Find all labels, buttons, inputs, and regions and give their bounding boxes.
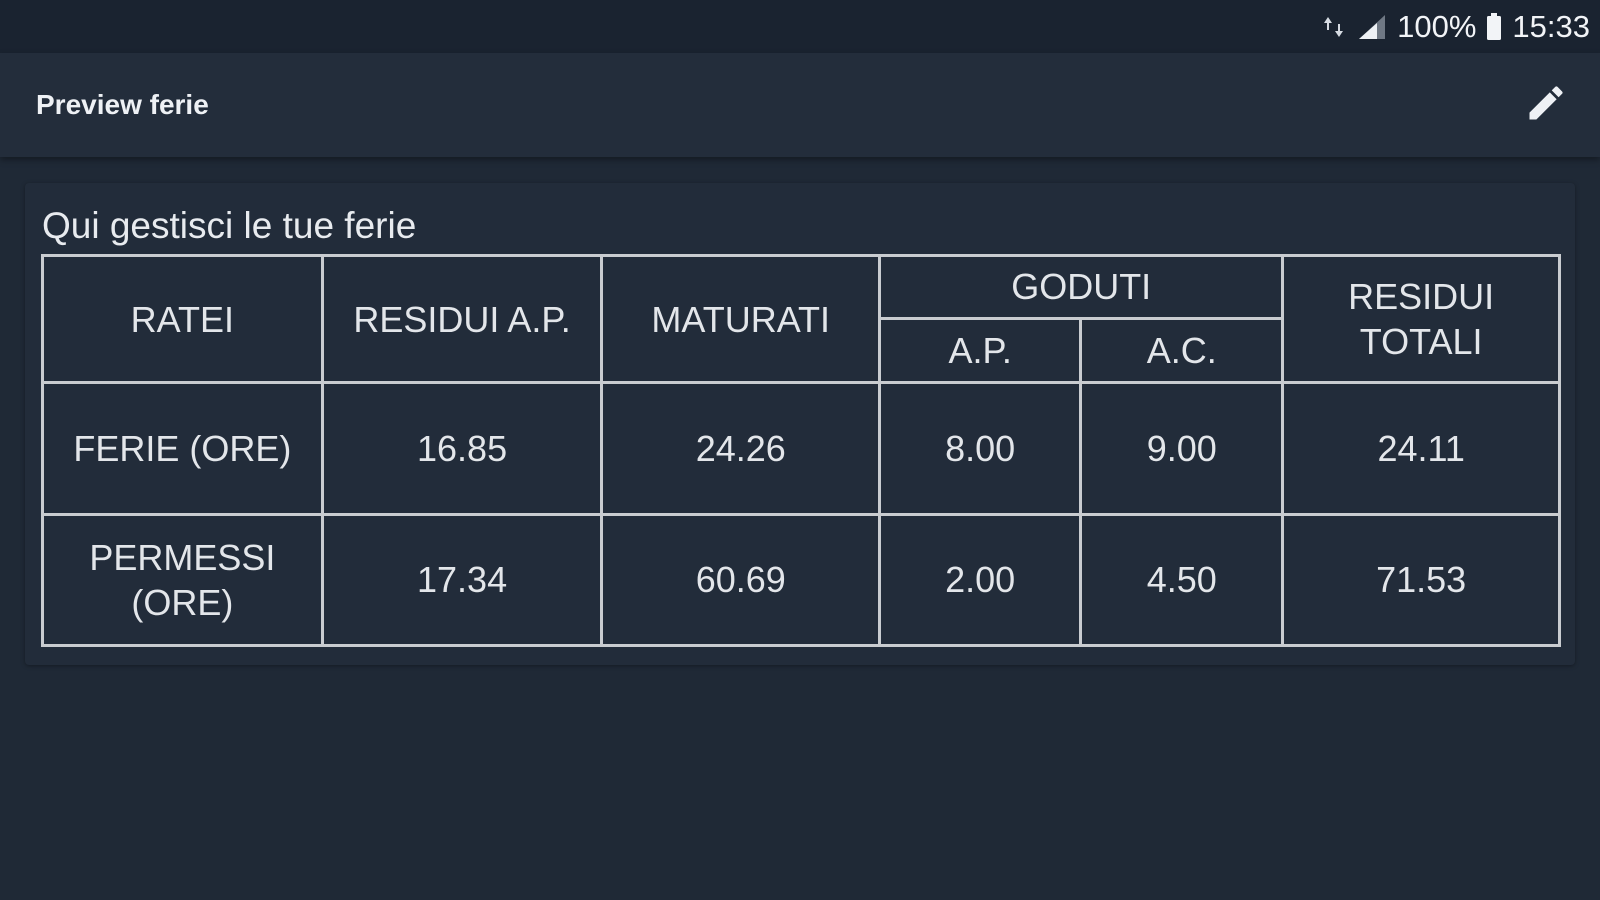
signal-icon	[1357, 13, 1387, 41]
header-goduti: GODUTI	[878, 254, 1285, 320]
header-goduti-ap: A.P.	[878, 316, 1083, 385]
row-label-line2: (ORE)	[131, 581, 234, 623]
cell-residui-totali: 24.11	[1281, 381, 1561, 516]
cell-residui-ap: 16.85	[320, 381, 604, 516]
cell-maturati: 60.69	[600, 512, 882, 648]
cell-goduti-ap: 2.00	[878, 512, 1083, 648]
cell-goduti-ap: 8.00	[878, 381, 1083, 516]
table-row: PERMESSI (ORE) 17.34 60.69 2.00 4.50 71.…	[41, 512, 1561, 648]
page-title: Preview ferie	[36, 89, 209, 120]
row-label-line1: FERIE (ORE)	[73, 427, 292, 469]
card-heading: Qui gestisci le tue ferie	[42, 205, 417, 246]
table-row: FERIE (ORE) 16.85 24.26 8.00 9.00 24.11	[41, 381, 1561, 516]
ferie-table: RATEI RESIDUI A.P. MATURATI GODUTI RESID…	[41, 253, 1561, 648]
row-label: FERIE (ORE)	[41, 381, 324, 516]
cell-maturati: 24.26	[600, 381, 882, 516]
header-goduti-ac: A.C.	[1079, 316, 1285, 385]
edit-button[interactable]	[1518, 77, 1574, 133]
header-residui-ap: RESIDUI A.P.	[320, 253, 604, 385]
battery-percent: 100%	[1397, 8, 1477, 44]
status-bar: 100% 15:33	[0, 0, 1600, 53]
table-header-row: RATEI RESIDUI A.P. MATURATI GODUTI RESID…	[41, 253, 1561, 385]
cell-residui-totali: 71.53	[1281, 512, 1561, 648]
data-transfer-icon	[1321, 14, 1347, 40]
cell-goduti-ac: 4.50	[1079, 512, 1285, 648]
header-residui-totali: RESIDUI TOTALI	[1281, 253, 1561, 385]
app-bar: Preview ferie	[0, 53, 1600, 157]
battery-icon	[1486, 12, 1502, 41]
header-ratei: RATEI	[41, 253, 324, 385]
ferie-card: Qui gestisci le tue ferie RATEI RESIDUI …	[25, 183, 1575, 665]
cell-residui-ap: 17.34	[320, 512, 604, 648]
row-label-line1: PERMESSI	[89, 536, 276, 578]
header-residui-totali-line1: RESIDUI	[1348, 276, 1495, 318]
header-maturati: MATURATI	[600, 253, 882, 385]
row-label: PERMESSI (ORE)	[41, 512, 324, 648]
pencil-icon	[1524, 81, 1568, 130]
clock: 15:33	[1512, 8, 1590, 44]
cell-goduti-ac: 9.00	[1079, 381, 1285, 516]
header-residui-totali-line2: TOTALI	[1359, 321, 1483, 363]
